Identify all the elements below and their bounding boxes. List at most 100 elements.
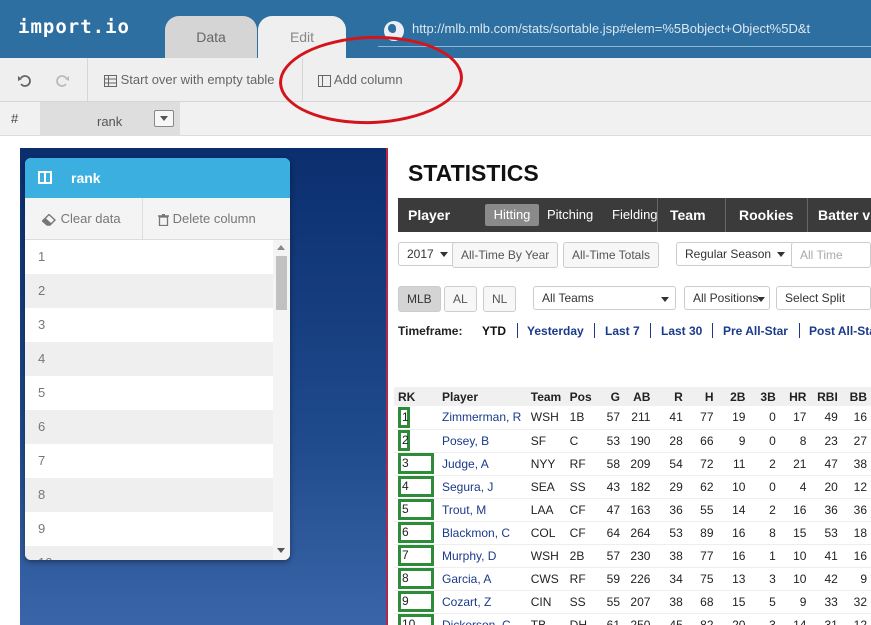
list-item[interactable]: 3 <box>25 308 273 342</box>
season-select[interactable]: 2017 <box>398 242 457 266</box>
col-2b[interactable]: 2B <box>717 387 750 406</box>
col-3b[interactable]: 3B <box>749 387 780 406</box>
undo-button[interactable] <box>17 58 33 102</box>
col-g[interactable]: G <box>595 387 624 406</box>
add-column-button[interactable]: Add column <box>318 58 403 102</box>
web-page-preview: STATISTICS Player Hitting Pitching Field… <box>388 148 871 625</box>
nav-team[interactable]: Team <box>670 198 706 232</box>
tab-data[interactable]: Data <box>165 16 257 58</box>
table-row: 5 Trout, M LAA CF 47 163 36 55 14 2 16 36 36 <box>394 498 871 522</box>
2b-cell: 16 <box>717 521 750 545</box>
highlighted-rank: 10 <box>398 614 434 625</box>
col-rk[interactable]: RK <box>394 387 438 406</box>
list-item[interactable]: 10 <box>25 546 273 560</box>
timeframe-post-all-star[interactable]: Post All-Sta <box>809 324 871 338</box>
trash-icon <box>158 213 169 226</box>
r-cell: 53 <box>654 521 687 545</box>
league-al-button[interactable]: AL <box>444 286 477 312</box>
nav-fielding[interactable]: Fielding <box>612 198 658 232</box>
app-header: import.io Data Edit http://mlb.mlb.com/s… <box>0 0 871 58</box>
rbi-cell: 33 <box>810 590 842 614</box>
2b-cell: 15 <box>717 590 750 614</box>
col-rbi[interactable]: RBI <box>810 387 842 406</box>
eraser-icon <box>42 213 57 226</box>
url-field[interactable]: http://mlb.mlb.com/stats/sortable.jsp#el… <box>412 21 810 36</box>
timeframe-yesterday[interactable]: Yesterday <box>527 324 584 338</box>
nav-player[interactable]: Player <box>408 198 450 232</box>
2b-cell: 10 <box>717 475 750 499</box>
pos-cell: DH <box>565 613 596 625</box>
nav-hitting[interactable]: Hitting <box>485 204 539 226</box>
3b-cell: 0 <box>749 429 780 453</box>
col-bb[interactable]: BB <box>841 387 871 406</box>
list-item[interactable]: 4 <box>25 342 273 376</box>
player-cell[interactable]: Garcia, A <box>438 567 527 591</box>
rank-cell: 5 <box>394 498 438 522</box>
bb-cell: 16 <box>841 544 871 568</box>
split-select[interactable]: Select Split <box>776 286 871 310</box>
list-item[interactable]: 1 <box>25 240 273 274</box>
nav-rookies[interactable]: Rookies <box>739 198 793 232</box>
nav-pitching[interactable]: Pitching <box>547 198 593 232</box>
player-cell[interactable]: Cozart, Z <box>438 590 527 614</box>
column-header-label: rank <box>97 114 123 129</box>
start-over-button[interactable]: Start over with empty table <box>104 58 275 102</box>
all-time-totals-button[interactable]: All-Time Totals <box>563 242 660 268</box>
list-item[interactable]: 6 <box>25 410 273 444</box>
list-item[interactable]: 2 <box>25 274 273 308</box>
col-player[interactable]: Player <box>438 387 527 406</box>
col-ab[interactable]: AB <box>624 387 655 406</box>
panel-actions: Clear data Delete column <box>25 198 290 240</box>
col-pos[interactable]: Pos <box>565 387 596 406</box>
col-r[interactable]: R <box>654 387 687 406</box>
league-nl-button[interactable]: NL <box>483 286 517 312</box>
3b-cell: 5 <box>749 590 780 614</box>
column-header-rank[interactable]: rank <box>40 102 180 136</box>
player-cell[interactable]: Posey, B <box>438 429 527 453</box>
highlighted-rank: 7 <box>398 545 434 566</box>
h-cell: 77 <box>686 406 718 430</box>
league-mlb-button[interactable]: MLB <box>398 286 441 312</box>
list-item[interactable]: 5 <box>25 376 273 410</box>
bb-cell: 32 <box>841 590 871 614</box>
timeframe-last-7[interactable]: Last 7 <box>605 324 640 338</box>
nav-batter[interactable]: Batter v <box>818 198 870 232</box>
player-cell[interactable]: Murphy, D <box>438 544 527 568</box>
team-cell: CIN <box>526 590 566 614</box>
list-item[interactable]: 9 <box>25 512 273 546</box>
g-cell: 57 <box>595 406 624 430</box>
player-cell[interactable]: Zimmerman, R <box>438 406 527 430</box>
timeframe-ytd[interactable]: YTD <box>482 324 506 338</box>
list-item[interactable]: 8 <box>25 478 273 512</box>
timeframe-pre-all-star[interactable]: Pre All-Star <box>723 324 788 338</box>
all-time-by-year-button[interactable]: All-Time By Year <box>452 242 559 268</box>
col-hr[interactable]: HR <box>779 387 811 406</box>
clear-data-button[interactable]: Clear data <box>42 198 121 240</box>
player-cell[interactable]: Segura, J <box>438 475 527 499</box>
scroll-up-icon[interactable] <box>277 245 285 250</box>
tab-edit[interactable]: Edit <box>258 16 346 58</box>
player-cell[interactable]: Judge, A <box>438 452 527 476</box>
scroll-down-icon[interactable] <box>277 548 285 553</box>
redo-button[interactable] <box>54 58 70 102</box>
all-time-select[interactable]: All Time <box>791 242 871 268</box>
2b-cell: 14 <box>717 498 750 522</box>
list-item[interactable]: 7 <box>25 444 273 478</box>
delete-column-button[interactable]: Delete column <box>158 198 256 240</box>
table-row: 10 Dickerson, C TB DH 61 250 45 82 20 3 14 31 12 <box>394 613 871 625</box>
player-cell[interactable]: Dickerson, C <box>438 613 527 625</box>
table-row: 7 Murphy, D WSH 2B 57 230 38 77 16 1 10 41 16 <box>394 544 871 568</box>
player-cell[interactable]: Trout, M <box>438 498 527 522</box>
positions-select[interactable]: All Positions <box>684 286 770 310</box>
column-menu-dropdown[interactable] <box>154 110 174 127</box>
col-team[interactable]: Team <box>526 387 566 406</box>
rbi-cell: 47 <box>810 452 842 476</box>
timeframe-last-30[interactable]: Last 30 <box>661 324 702 338</box>
scroll-thumb[interactable] <box>276 256 287 310</box>
panel-scrollbar[interactable] <box>273 240 290 560</box>
teams-select[interactable]: All Teams <box>533 286 676 310</box>
rbi-cell: 49 <box>810 406 842 430</box>
player-cell[interactable]: Blackmon, C <box>438 521 527 545</box>
season-type-select[interactable]: Regular Season <box>676 242 795 266</box>
col-h[interactable]: H <box>686 387 718 406</box>
